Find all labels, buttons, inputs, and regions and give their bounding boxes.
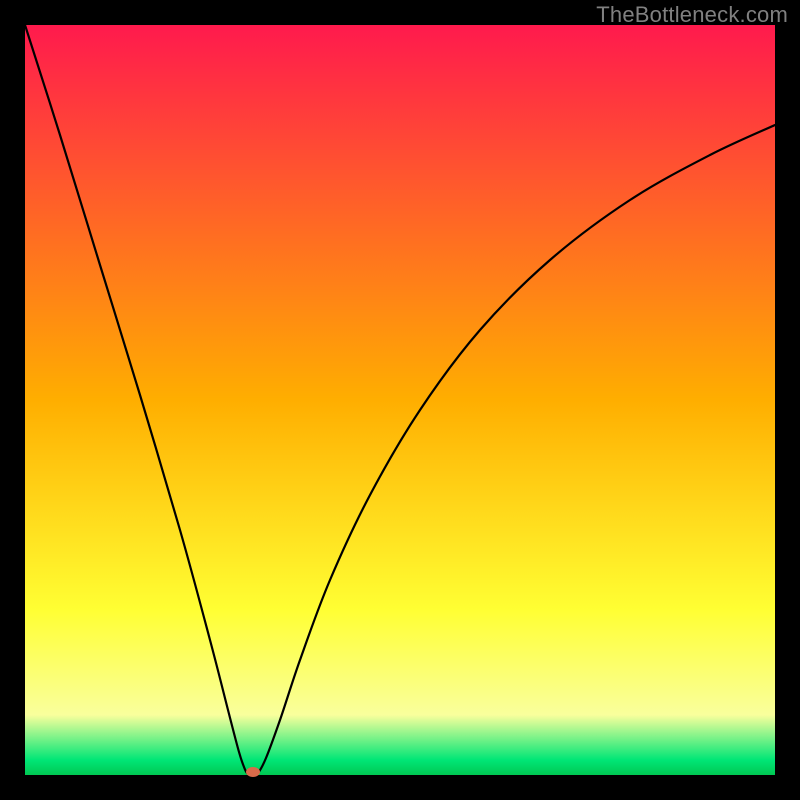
watermark-text: TheBottleneck.com	[596, 2, 788, 28]
plot-background	[25, 25, 775, 775]
vertex-marker	[246, 767, 260, 777]
chart-stage: TheBottleneck.com	[0, 0, 800, 800]
bottleneck-chart	[0, 0, 800, 800]
